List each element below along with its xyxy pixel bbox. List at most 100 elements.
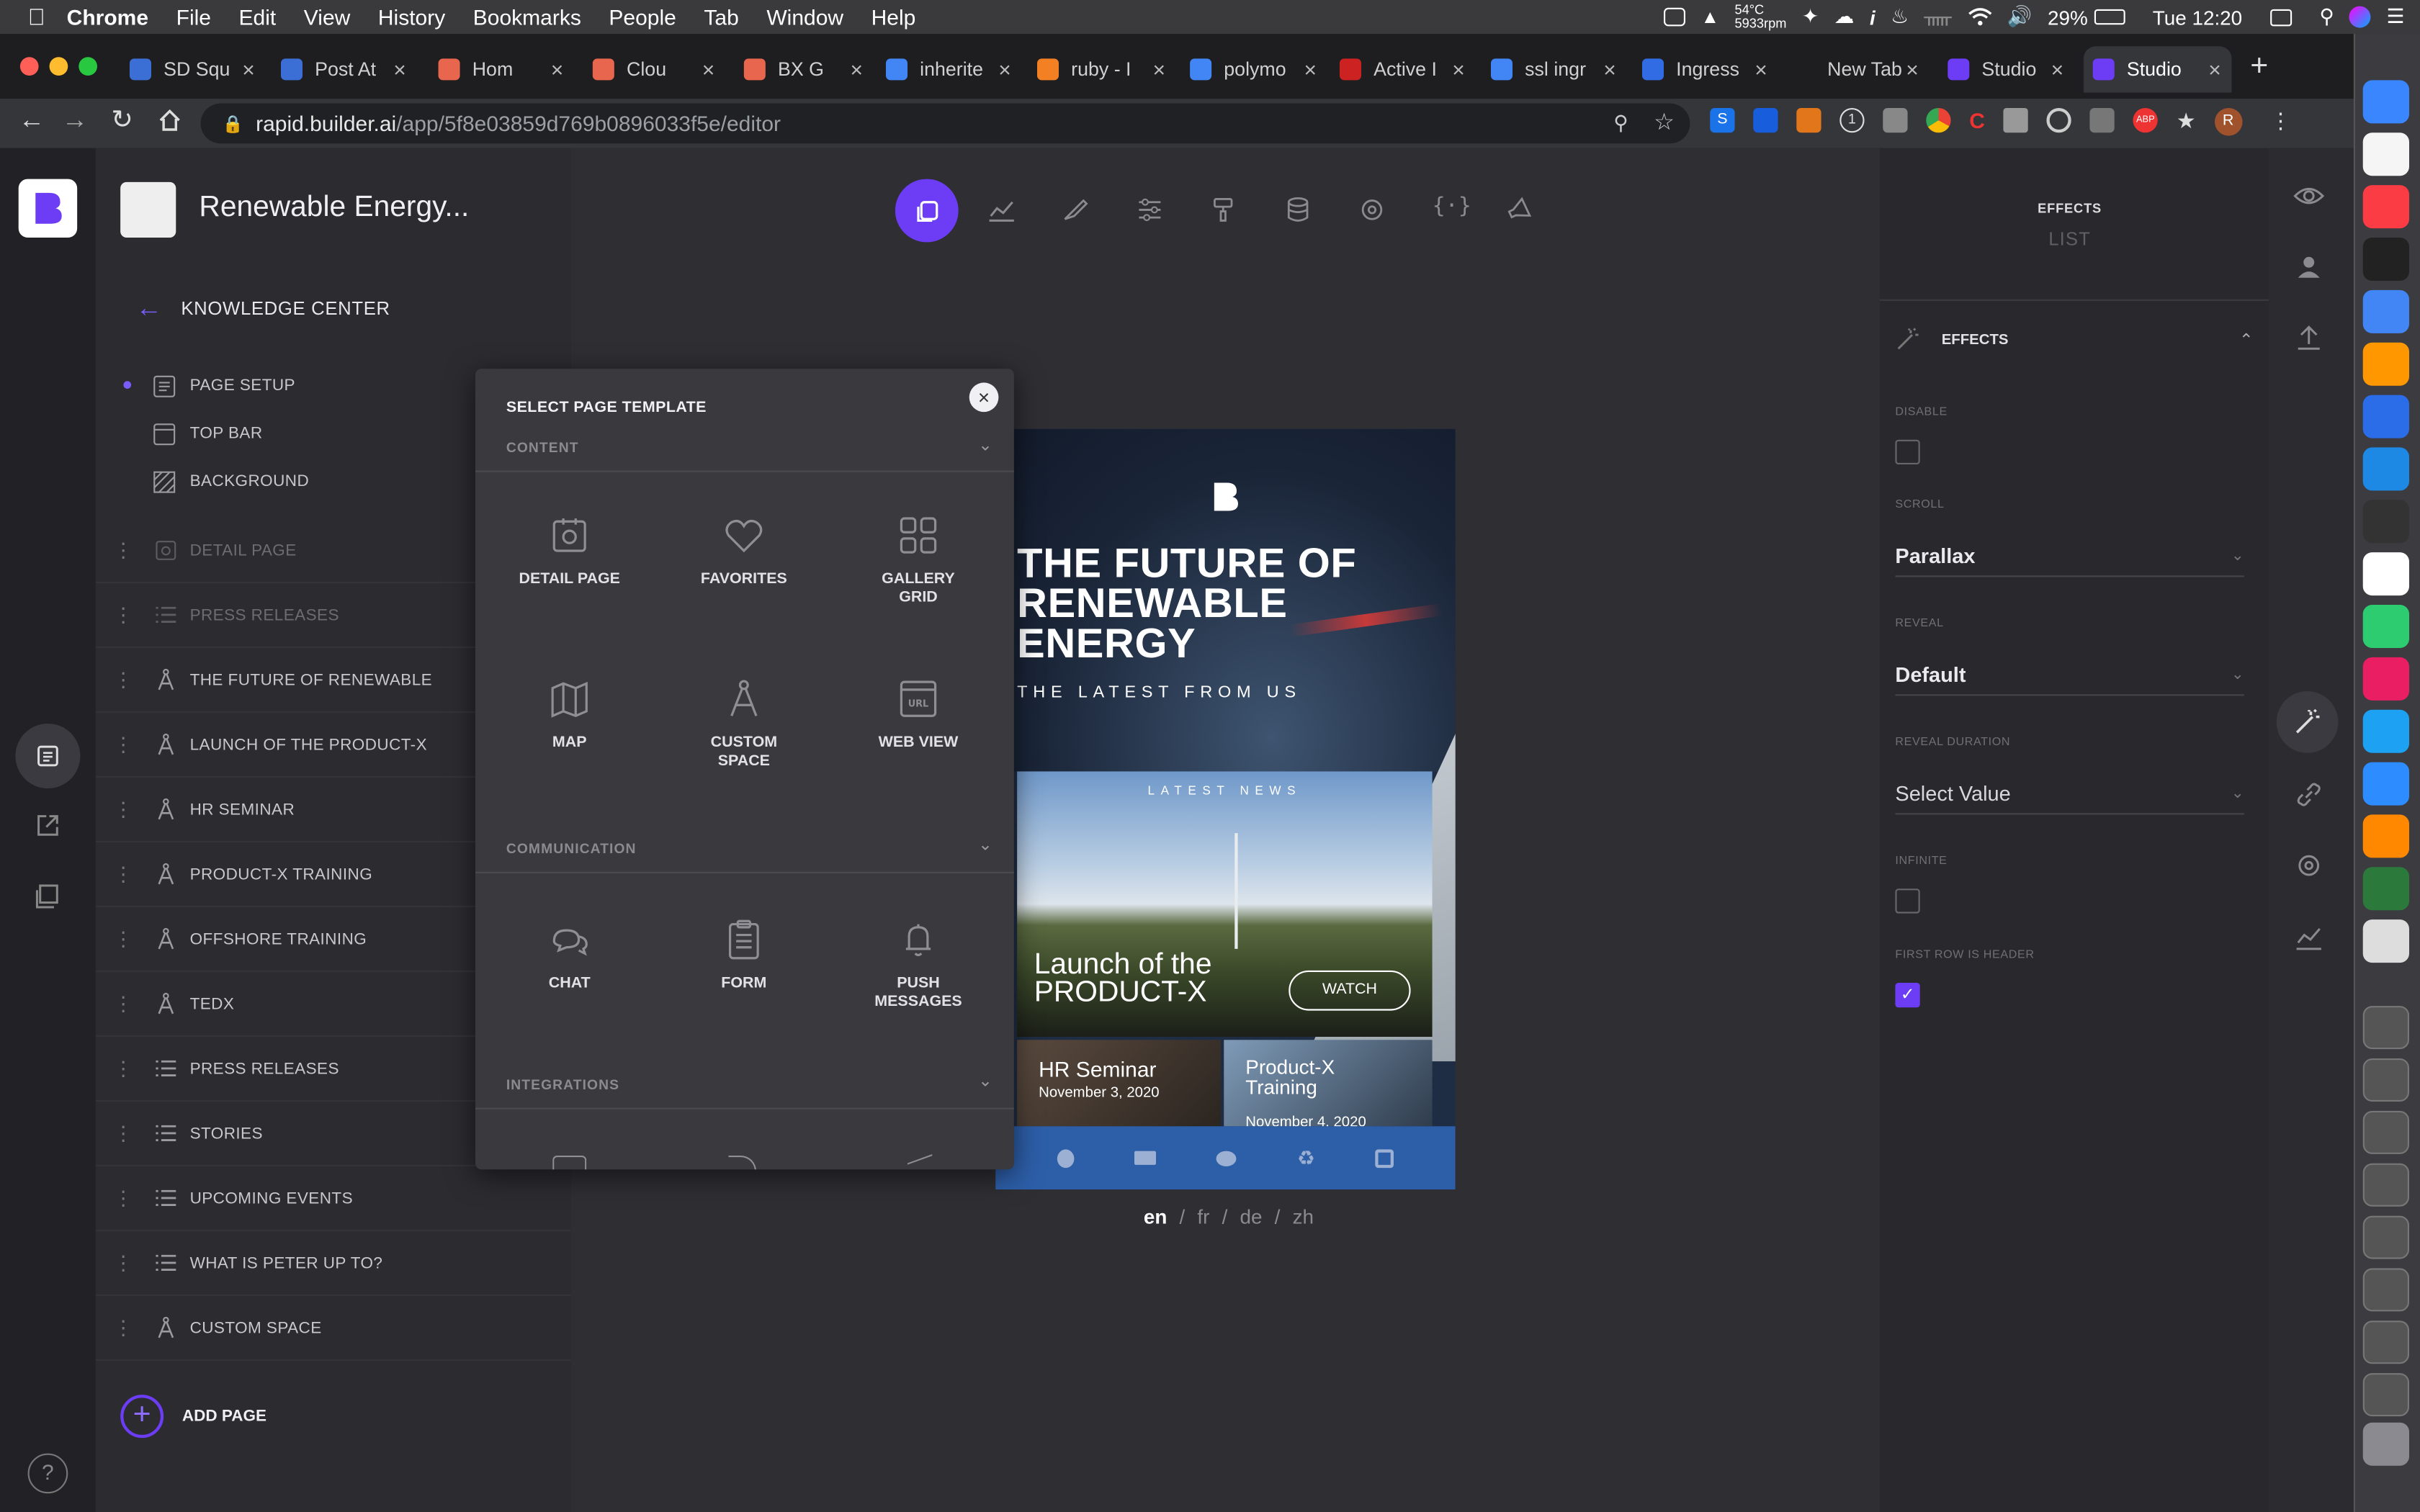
profile-avatar[interactable]: R bbox=[2214, 108, 2242, 136]
activity-monitor-icon[interactable] bbox=[2362, 500, 2409, 544]
extension-k-icon[interactable] bbox=[2089, 108, 2115, 133]
tab-calendar-icon[interactable] bbox=[1376, 1148, 1394, 1168]
xcode-icon[interactable] bbox=[2362, 395, 2409, 438]
drag-handle-icon[interactable]: ⋮ bbox=[96, 797, 151, 822]
tab-close-icon[interactable]: × bbox=[2204, 57, 2226, 81]
chrome-ext-icon[interactable] bbox=[1926, 108, 1951, 133]
tab-recycle-icon[interactable]: ♻ bbox=[1297, 1146, 1315, 1170]
vlc-icon[interactable] bbox=[2362, 814, 2409, 858]
reveal-duration-select[interactable]: Select Value ⌄ bbox=[1895, 775, 2244, 815]
window-close-button[interactable] bbox=[19, 57, 39, 76]
browser-tab[interactable]: polymo × bbox=[1180, 46, 1327, 92]
tab-close-icon[interactable]: × bbox=[389, 57, 411, 81]
news-card[interactable]: LATEST NEWS Launch of the PRODUCT-X WATC… bbox=[1017, 771, 1433, 1037]
drag-handle-icon[interactable]: ⋮ bbox=[96, 1121, 151, 1146]
browser-menu-icon[interactable]: ⋮ bbox=[2269, 108, 2291, 136]
new-tab-button[interactable]: + bbox=[2250, 50, 2268, 85]
template-detail-page[interactable]: DETAIL PAGE bbox=[485, 514, 655, 590]
sidebar-page-item[interactable]: ⋮ WHAT IS PETER UP TO? bbox=[95, 1231, 571, 1296]
minimized-window-thumbnail[interactable] bbox=[2362, 1006, 2409, 1050]
address-bar[interactable]: 🔒 rapid.builder.ai /app/5f8e03859d769b08… bbox=[200, 103, 1690, 144]
siri-icon[interactable] bbox=[2349, 6, 2372, 28]
finder-icon[interactable] bbox=[2362, 80, 2409, 124]
event-card-product-x[interactable]: Product-X Training November 4, 2020 bbox=[1224, 1040, 1433, 1127]
scroll-select[interactable]: Parallax ⌄ bbox=[1895, 537, 2244, 577]
drag-handle-icon[interactable]: ⋮ bbox=[96, 667, 151, 692]
infinite-checkbox[interactable] bbox=[1895, 888, 1920, 914]
control-center-icon[interactable]: ☰ bbox=[2387, 4, 2405, 29]
clock[interactable]: Tue 12:20 bbox=[2153, 6, 2242, 29]
vlc-status-icon[interactable]: ▲ bbox=[1701, 6, 1719, 28]
spotlight-search-icon[interactable]: ⚲ bbox=[2319, 4, 2334, 29]
paint-roller-icon[interactable] bbox=[1210, 197, 1238, 222]
menu-app-name[interactable]: Chrome bbox=[67, 4, 148, 29]
status-tool-icon[interactable]: ✦ bbox=[1802, 4, 1819, 29]
gear-icon[interactable] bbox=[2292, 849, 2326, 883]
tab-close-icon[interactable]: × bbox=[1750, 57, 1772, 81]
music-icon[interactable] bbox=[2362, 185, 2409, 229]
drag-handle-icon[interactable]: ⋮ bbox=[96, 1186, 151, 1210]
analytics-tool-icon[interactable] bbox=[987, 197, 1016, 222]
adblock-icon[interactable]: ABP bbox=[2133, 108, 2158, 133]
template-map[interactable]: MAP bbox=[485, 678, 655, 753]
browser-tab[interactable]: Studio × bbox=[1938, 46, 2074, 92]
lang-en[interactable]: en bbox=[1144, 1205, 1168, 1228]
sidebar-page-item[interactable]: ⋮ UPCOMING EVENTS bbox=[95, 1166, 571, 1231]
browser-tab[interactable]: Post At × bbox=[272, 46, 416, 92]
minimized-window-thumbnail[interactable] bbox=[2362, 1058, 2409, 1102]
lang-de[interactable]: de bbox=[1240, 1205, 1263, 1228]
disable-checkbox[interactable] bbox=[1895, 439, 1920, 464]
browser-tab[interactable]: Studio × bbox=[2083, 46, 2232, 93]
tab-close-icon[interactable]: × bbox=[994, 57, 1016, 81]
builder-logo[interactable] bbox=[18, 179, 78, 238]
minimized-window-thumbnail[interactable] bbox=[2362, 1215, 2409, 1259]
project-title[interactable]: Renewable Energy... bbox=[199, 192, 469, 225]
template-web-view[interactable]: URL WEB VIEW bbox=[833, 678, 1003, 753]
drag-handle-icon[interactable]: ⋮ bbox=[96, 1315, 151, 1340]
template-chat[interactable]: CHAT bbox=[485, 918, 655, 994]
minimized-window-thumbnail[interactable] bbox=[2362, 1373, 2409, 1417]
bluetooth-icon[interactable]: ᚅ bbox=[1924, 4, 1952, 29]
extension-book-icon[interactable] bbox=[2003, 108, 2028, 133]
template-favorites[interactable]: FAVORITES bbox=[659, 514, 829, 590]
tab-close-icon[interactable]: × bbox=[698, 57, 720, 81]
menu-edit[interactable]: Edit bbox=[239, 4, 277, 29]
minimized-window-thumbnail[interactable] bbox=[2362, 1110, 2409, 1154]
menu-tab[interactable]: Tab bbox=[704, 4, 738, 29]
design-mode-button[interactable] bbox=[895, 179, 959, 243]
tab-chat-icon[interactable] bbox=[1216, 1150, 1237, 1166]
menu-help[interactable]: Help bbox=[871, 4, 916, 29]
temp-readout[interactable]: 54°C 5933rpm bbox=[1735, 2, 1787, 31]
effects-section-header[interactable]: EFFECTS ⌃ bbox=[1895, 327, 2254, 351]
menu-view[interactable]: View bbox=[304, 4, 350, 29]
minimized-window-thumbnail[interactable] bbox=[2362, 1163, 2409, 1207]
minimized-window-thumbnail[interactable] bbox=[2362, 1268, 2409, 1312]
sliders-tool-icon[interactable] bbox=[1136, 197, 1164, 222]
reveal-select[interactable]: Default ⌄ bbox=[1895, 656, 2244, 696]
tab-close-icon[interactable]: × bbox=[2046, 57, 2068, 81]
sidebar-item-background[interactable]: BACKGROUND bbox=[151, 466, 309, 497]
template-gallery-grid[interactable]: GALLERY GRID bbox=[833, 514, 1003, 608]
external-link-icon[interactable] bbox=[34, 811, 62, 840]
browser-tab[interactable]: Ingress × bbox=[1633, 46, 1778, 92]
tab-close-icon[interactable]: × bbox=[547, 57, 568, 81]
zoom-status-icon[interactable] bbox=[1664, 7, 1686, 27]
trash-icon[interactable] bbox=[2362, 1422, 2409, 1466]
sidebar-page-item[interactable]: ⋮ CUSTOM SPACE bbox=[95, 1296, 571, 1361]
chrome-icon[interactable] bbox=[2362, 289, 2409, 333]
extension-circle-icon[interactable] bbox=[2046, 108, 2071, 133]
drag-handle-icon[interactable]: ⋮ bbox=[96, 732, 151, 757]
browser-tab[interactable]: inherite × bbox=[877, 46, 1021, 92]
tab-close-icon[interactable]: × bbox=[1901, 57, 1923, 81]
browser-tab[interactable]: Clou × bbox=[583, 46, 725, 92]
lang-fr[interactable]: fr bbox=[1197, 1205, 1209, 1228]
forward-arrow-icon[interactable]: → bbox=[62, 105, 88, 136]
tab-truck-icon[interactable] bbox=[1134, 1151, 1156, 1165]
menu-bookmarks[interactable]: Bookmarks bbox=[473, 4, 581, 29]
chevron-down-icon[interactable]: ⌄ bbox=[978, 834, 992, 855]
code-braces-icon[interactable]: {·} bbox=[1433, 194, 1471, 219]
slack-icon[interactable] bbox=[2362, 657, 2409, 701]
onepassword-icon[interactable]: 1 bbox=[1839, 108, 1865, 133]
section-integrations-header[interactable]: INTEGRATIONS bbox=[506, 1077, 619, 1092]
drag-handle-icon[interactable]: ⋮ bbox=[96, 603, 151, 627]
